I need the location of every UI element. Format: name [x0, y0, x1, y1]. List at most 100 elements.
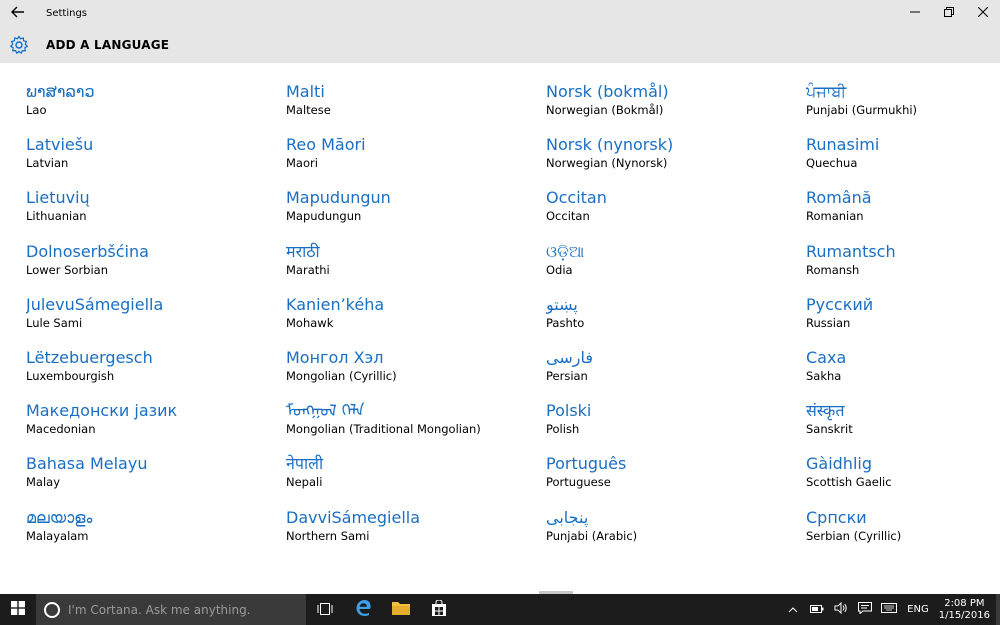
- language-english-name: Latvian: [26, 156, 69, 171]
- language-item[interactable]: Português Portuguese: [546, 452, 796, 505]
- language-english-name: Marathi: [286, 262, 330, 277]
- language-item[interactable]: Latviešu Latvian: [26, 133, 276, 186]
- language-item[interactable]: Română Romanian: [806, 186, 1000, 239]
- gear-icon: [8, 34, 30, 56]
- cortana-icon: [44, 601, 60, 618]
- language-item[interactable]: Polski Polish: [546, 399, 796, 452]
- language-column-2: Malti Maltese Reo Māori Maori Mapudungun Mapu…: [286, 80, 536, 559]
- language-english-name: Mongolian (Cyrillic): [286, 368, 397, 383]
- language-item[interactable]: پښتو Pashto: [546, 293, 796, 346]
- language-item[interactable]: Lëtzebuergesch Luxembourgish: [26, 346, 276, 399]
- close-icon: [977, 6, 989, 20]
- language-item[interactable]: Српски Serbian (Cyrillic): [806, 506, 1000, 559]
- language-english-name: Punjabi (Arabic): [546, 528, 638, 543]
- language-english-name: Maori: [286, 156, 318, 171]
- language-item[interactable]: Русский Russian: [806, 293, 1000, 346]
- language-english-name: Mongolian (Traditional Mongolian): [286, 422, 481, 437]
- language-english-name: Maltese: [286, 103, 331, 117]
- language-item[interactable]: Norsk (nynorsk) Norwegian (Nynorsk): [546, 133, 796, 186]
- language-item[interactable]: Lietuvių Lithuanian: [26, 186, 276, 239]
- language-native-name: Монгол Хэл: [286, 347, 384, 367]
- action-center-button[interactable]: [853, 594, 877, 625]
- language-native-name: Română: [806, 188, 872, 208]
- language-item[interactable]: پنجابی Punjabi (Arabic): [546, 506, 796, 559]
- language-item[interactable]: JulevuSámegiella Lule Sami: [26, 293, 276, 346]
- language-column-3: Norsk (bokmål) Norwegian (Bokmål) Norsk (n…: [546, 80, 796, 559]
- edge-button[interactable]: [344, 594, 382, 625]
- language-item[interactable]: Gàidhlig Scottish Gaelic: [806, 452, 1000, 505]
- language-english-name: Lule Sami: [26, 315, 83, 330]
- language-item[interactable]: Occitan Occitan: [546, 186, 796, 239]
- language-english-name: Lao: [26, 103, 47, 117]
- minimize-button[interactable]: [898, 0, 932, 26]
- language-native-name: Српски: [806, 507, 867, 527]
- language-native-name: ਪੰਜਾਬੀ: [806, 82, 847, 101]
- clock[interactable]: 2:08 PM 1/15/2016: [939, 598, 990, 622]
- language-item[interactable]: Kanien’kéha Mohawk: [286, 293, 536, 346]
- language-item[interactable]: Монгол Хэл Mongolian (Cyrillic): [286, 346, 536, 399]
- back-arrow-icon: [11, 4, 25, 22]
- back-button[interactable]: [0, 0, 36, 26]
- battery-button[interactable]: [805, 594, 829, 625]
- language-item[interactable]: فارسی Persian: [546, 346, 796, 399]
- language-item[interactable]: ᠮᠣᠩᠭᠣᠯ ᠬᠡᠯᠡ Mongolian (Traditional Mongol…: [286, 399, 536, 452]
- language-item[interactable]: Mapudungun Mapudungun: [286, 186, 536, 239]
- language-item[interactable]: संस्कृत Sanskrit: [806, 399, 1000, 452]
- language-native-name: नेपाली: [286, 454, 324, 474]
- language-native-name: മലയാളം: [26, 507, 93, 527]
- language-item[interactable]: ພາສາລາວ Lao: [26, 80, 276, 133]
- language-item[interactable]: Reo Māori Maori: [286, 133, 536, 186]
- start-button[interactable]: [0, 594, 36, 625]
- language-item[interactable]: Bahasa Melayu Malay: [26, 452, 276, 505]
- language-item[interactable]: ਪੰਜਾਬੀ Punjabi (Gurmukhi): [806, 80, 1000, 133]
- search-placeholder: I'm Cortana. Ask me anything.: [68, 602, 251, 617]
- language-item[interactable]: Саха Sakha: [806, 346, 1000, 399]
- language-english-name: Russian: [806, 315, 851, 330]
- touch-keyboard-button[interactable]: [877, 594, 901, 625]
- language-native-name: Norsk (nynorsk): [546, 135, 674, 155]
- app-title: Settings: [46, 7, 88, 19]
- language-item[interactable]: Runasimi Quechua: [806, 133, 1000, 186]
- language-native-name: Bahasa Melayu: [26, 454, 148, 474]
- input-language-indicator[interactable]: ENG: [907, 604, 929, 615]
- language-english-name: Lower Sorbian: [26, 262, 108, 277]
- store-button[interactable]: [420, 594, 458, 625]
- task-view-button[interactable]: [306, 594, 344, 625]
- clock-time: 2:08 PM: [944, 597, 985, 609]
- language-item[interactable]: Македонски јазик Macedonian: [26, 399, 276, 452]
- language-item[interactable]: Norsk (bokmål) Norwegian (Bokmål): [546, 80, 796, 133]
- language-english-name: Occitan: [546, 209, 590, 224]
- language-item[interactable]: नेपाली Nepali: [286, 452, 536, 505]
- language-item[interactable]: मराठी Marathi: [286, 240, 536, 293]
- language-english-name: Odia: [546, 262, 573, 277]
- file-explorer-icon: [392, 600, 410, 619]
- cortana-search-box[interactable]: I'm Cortana. Ask me anything.: [36, 594, 306, 625]
- clock-date: 1/15/2016: [938, 609, 990, 621]
- show-hidden-icons-button[interactable]: [781, 594, 805, 625]
- language-native-name: Lietuvių: [26, 188, 90, 208]
- language-native-name: Português: [546, 454, 627, 474]
- page-header: ADD A LANGUAGE: [0, 26, 1000, 63]
- language-english-name: Nepali: [286, 475, 323, 490]
- language-native-name: Polski: [546, 401, 592, 421]
- language-item[interactable]: ଓଡ଼ିଆ Odia: [546, 240, 796, 293]
- language-item[interactable]: DavviSámegiella Northern Sami: [286, 506, 536, 559]
- language-english-name: Quechua: [806, 156, 858, 171]
- restore-button[interactable]: [932, 0, 966, 26]
- language-english-name: Mapudungun: [286, 209, 362, 224]
- language-item[interactable]: Malti Maltese: [286, 80, 536, 133]
- language-item[interactable]: Dolnoserbšćina Lower Sorbian: [26, 240, 276, 293]
- language-grid: ພາສາລາວ Lao Latviešu Latvian Lietuvių Lithuan…: [0, 63, 1000, 593]
- show-desktop-button[interactable]: [996, 594, 1000, 625]
- language-english-name: Sakha: [806, 368, 842, 383]
- language-item[interactable]: മലയാളം Malayalam: [26, 506, 276, 559]
- language-english-name: Romansh: [806, 262, 860, 277]
- close-button[interactable]: [966, 0, 1000, 26]
- language-native-name: Runasimi: [806, 135, 880, 155]
- page-title: ADD A LANGUAGE: [46, 37, 170, 52]
- language-native-name: Occitan: [546, 188, 607, 208]
- volume-button[interactable]: [829, 594, 853, 625]
- language-english-name: Romanian: [806, 209, 864, 224]
- language-item[interactable]: Rumantsch Romansh: [806, 240, 1000, 293]
- file-explorer-button[interactable]: [382, 594, 420, 625]
